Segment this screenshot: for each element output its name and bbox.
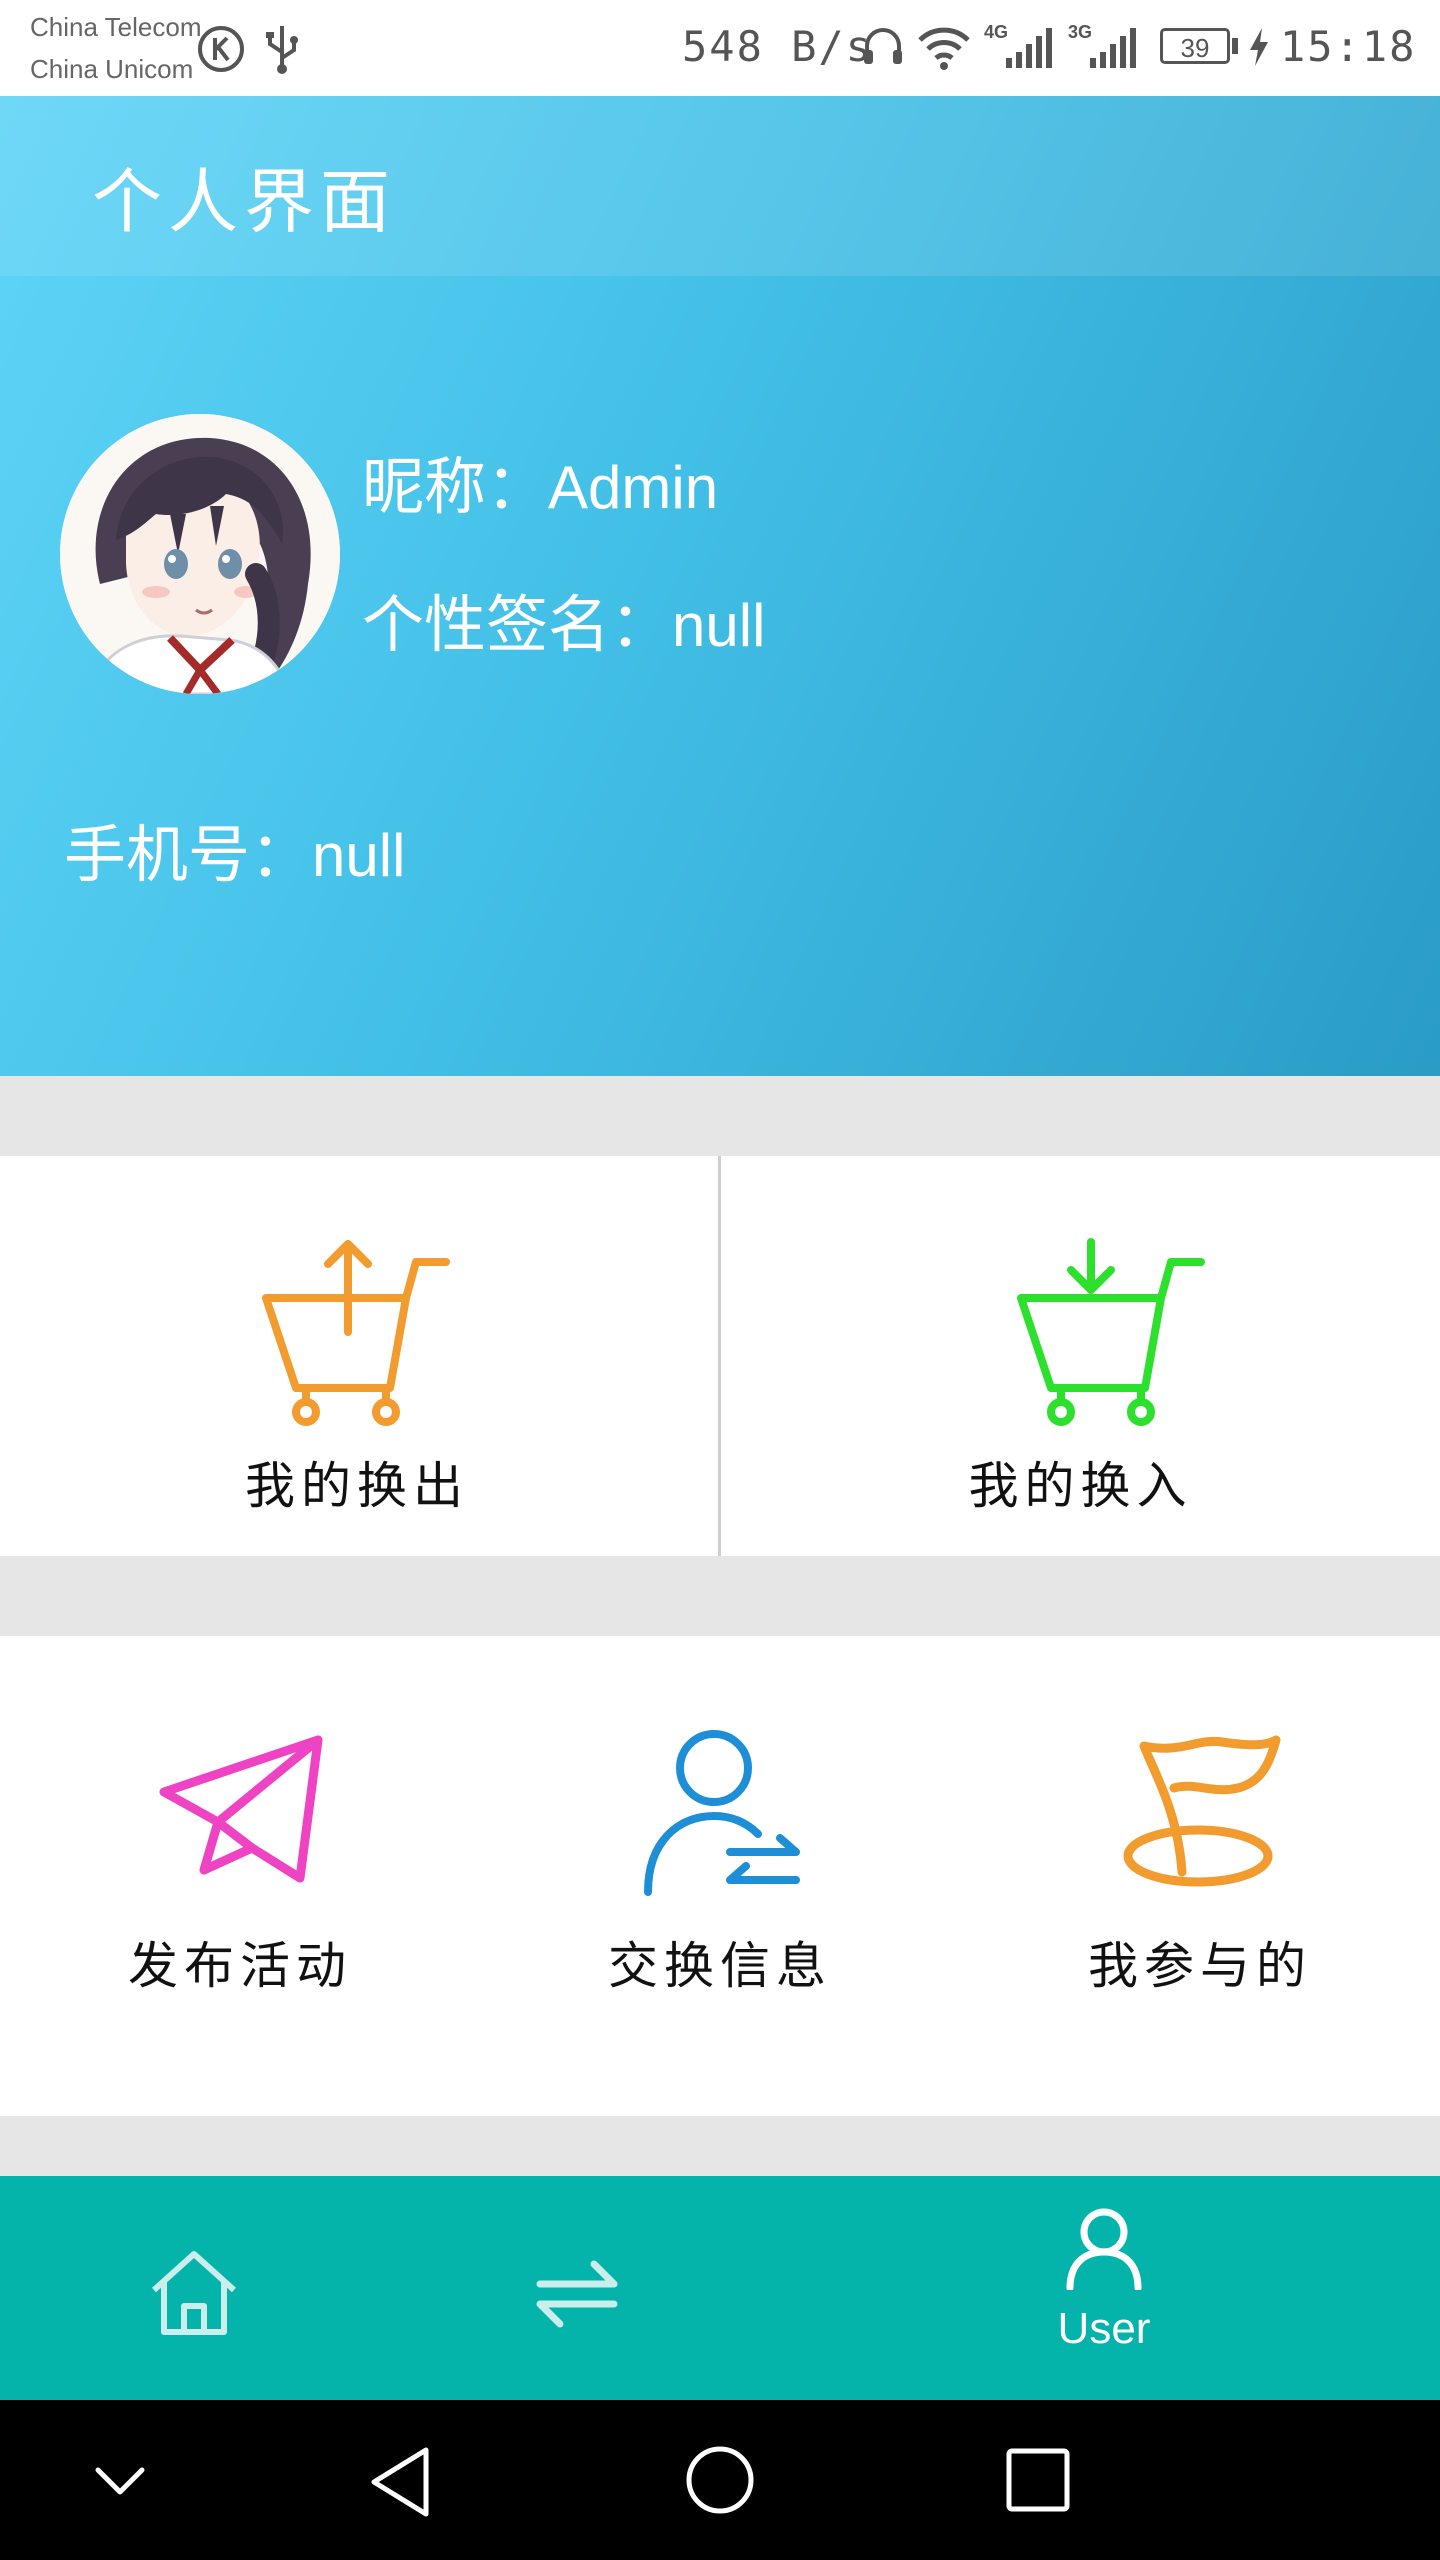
- bottom-nav: User: [0, 2176, 1440, 2400]
- nav-user-tab[interactable]: User: [1004, 2186, 1204, 2386]
- page-title: 个人界面: [92, 161, 396, 243]
- avatar[interactable]: [60, 414, 340, 694]
- hide-chevron-icon[interactable]: [90, 2452, 150, 2508]
- phone-label: 手机号：: [64, 818, 313, 891]
- exchange-arrows-icon: [536, 2260, 618, 2328]
- cart-download-icon: [1017, 1238, 1205, 1426]
- publish-activity-button[interactable]: 发布活动: [0, 1636, 480, 2036]
- charging-icon: [1250, 28, 1268, 66]
- my-swap-in-button[interactable]: 我的换入: [721, 1156, 1440, 1556]
- nav-user-label: User: [1057, 2304, 1151, 2353]
- my-swap-in-label: 我的换入: [968, 1457, 1193, 1515]
- home-icon: [151, 2251, 237, 2335]
- signal-1-icon: [1006, 28, 1052, 68]
- my-participation-button[interactable]: 我参与的: [960, 1636, 1440, 2036]
- phone-value: null: [312, 822, 406, 889]
- my-participation-label: 我参与的: [1088, 1937, 1312, 1995]
- status-bar: China Telecom China Unicom 548 B/s 4G 3G…: [0, 0, 1440, 96]
- wifi-icon: [918, 27, 970, 70]
- user-exchange-icon: [644, 1730, 800, 1896]
- exchange-info-button[interactable]: 交换信息: [480, 1636, 960, 2036]
- carrier-2-label: China Unicom: [30, 54, 194, 84]
- clock-label: 15:18: [1280, 22, 1417, 71]
- nav-home-tab[interactable]: [108, 2206, 278, 2376]
- flag-icon: [1123, 1735, 1281, 1887]
- paper-plane-icon: [159, 1735, 323, 1883]
- my-swap-out-button[interactable]: 我的换出: [0, 1156, 718, 1556]
- system-nav-bar: [0, 2400, 1440, 2560]
- net-speed-label: 548 B/s: [682, 22, 874, 71]
- headset-icon: [864, 28, 902, 64]
- app-bar: 个人界面: [0, 96, 1440, 276]
- nickname-row: 昵称：Admin: [362, 436, 718, 526]
- recents-icon[interactable]: [1004, 2446, 1072, 2514]
- nav-exchange-tab[interactable]: [492, 2206, 662, 2376]
- signature-value: null: [672, 592, 766, 659]
- battery-level-label: 39: [1180, 33, 1210, 63]
- user-icon: [1066, 2208, 1142, 2290]
- screen: China Telecom China Unicom 548 B/s 4G 3G…: [0, 0, 1440, 2560]
- signature-row: 个性签名：null: [362, 574, 765, 664]
- profile-header: 个人界面 昵称：Admin 个性签名：null 手机号：null: [0, 96, 1440, 1076]
- avatar-illustration: [60, 414, 340, 694]
- my-swap-out-label: 我的换出: [245, 1457, 469, 1515]
- battery-icon: 39: [1160, 28, 1230, 64]
- cart-upload-icon: [262, 1240, 450, 1426]
- home-circle-icon[interactable]: [684, 2444, 756, 2516]
- battery-tip: [1232, 38, 1238, 54]
- exchange-info-label: 交换信息: [608, 1937, 832, 1995]
- action-card: 发布活动 交换信息 我参与的: [0, 1636, 1440, 2116]
- phone-row: 手机号：null: [64, 804, 405, 894]
- k-app-icon: [198, 26, 244, 72]
- signal-2-icon: [1090, 28, 1136, 68]
- back-icon[interactable]: [366, 2444, 436, 2520]
- usb-icon: [266, 26, 298, 74]
- signature-label: 个性签名：: [362, 588, 673, 661]
- swap-card: 我的换出 我的换入: [0, 1156, 1440, 1556]
- carrier-1-label: China Telecom: [30, 12, 202, 42]
- nickname-label: 昵称：: [362, 450, 549, 523]
- publish-activity-label: 发布活动: [128, 1937, 352, 1995]
- nickname-value: Admin: [548, 454, 719, 521]
